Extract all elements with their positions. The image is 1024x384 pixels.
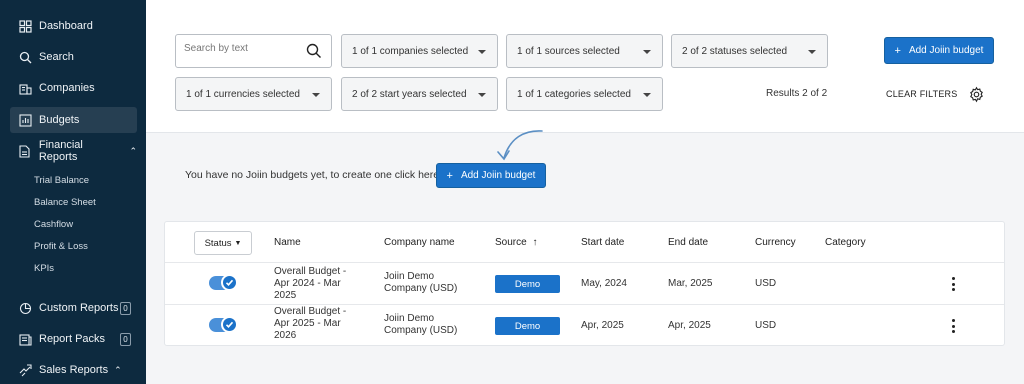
budget-name[interactable]: Overall Budget - Apr 2024 - Mar 2025 [274, 266, 346, 302]
count-badge: 0 [120, 332, 131, 346]
results-count: Results 2 of 2 [766, 88, 828, 99]
column-header-company[interactable]: Company name [384, 237, 455, 248]
sidebar-item-sales-reports[interactable]: Sales Reports ⌃ [10, 357, 137, 383]
chevron-up-icon: ⌃ [129, 145, 137, 156]
pie-chart-icon [18, 301, 32, 315]
handshake-icon [18, 363, 32, 377]
search-icon [18, 50, 32, 64]
column-header-start-date[interactable]: Start date [581, 237, 624, 248]
sidebar-item-custom-reports[interactable]: Custom Reports 0 [10, 295, 137, 321]
folder-icon [18, 332, 32, 346]
start-years-filter-dropdown[interactable]: 2 of 2 start years selected [341, 77, 498, 111]
end-date: Apr, 2025 [668, 320, 711, 331]
companies-filter-dropdown[interactable]: 1 of 1 companies selected [341, 34, 498, 68]
check-icon [221, 274, 238, 291]
chevron-up-icon: ⌃ [114, 364, 122, 375]
add-budget-button[interactable]: + Add Joiin budget [884, 37, 994, 64]
status-toggle[interactable] [209, 274, 238, 291]
sidebar-sub-item-balance-sheet[interactable]: Balance Sheet [34, 197, 96, 208]
search-box[interactable] [175, 34, 332, 68]
document-icon [18, 144, 32, 158]
caret-down-icon [478, 50, 486, 54]
start-date: Apr, 2025 [581, 320, 624, 331]
currency: USD [755, 278, 777, 289]
sources-filter-dropdown[interactable]: 1 of 1 sources selected [506, 34, 663, 68]
sidebar: Dashboard Search Companies Budgets Finan… [0, 0, 146, 384]
grid-icon [18, 19, 32, 33]
company-name: Joiin Demo Company (USD) [384, 271, 458, 294]
sidebar-sub-item-trial-balance[interactable]: Trial Balance [34, 175, 89, 186]
plus-icon: + [894, 44, 901, 57]
column-header-category[interactable]: Category [825, 237, 866, 248]
company-name: Joiin Demo Company (USD) [384, 313, 458, 336]
currencies-filter-dropdown[interactable]: 1 of 1 currencies selected [175, 77, 332, 111]
status-toggle[interactable] [209, 316, 238, 333]
sidebar-item-label: Financial Reports [38, 139, 83, 163]
categories-filter-dropdown[interactable]: 1 of 1 categories selected [506, 77, 663, 111]
dropdown-value: 2 of 2 start years selected [352, 88, 467, 100]
sidebar-item-financial-reports[interactable]: Financial Reports ⌃ [10, 138, 137, 164]
source-badge: Demo [495, 275, 560, 293]
source-badge: Demo [495, 317, 560, 335]
sidebar-item-label: Sales Reports [39, 364, 109, 376]
button-label: Add Joiin budget [908, 45, 984, 56]
column-header-currency[interactable]: Currency [755, 237, 796, 248]
column-header-source[interactable]: Source ↑ [495, 237, 537, 248]
budget-name[interactable]: Overall Budget - Apr 2025 - Mar 2026 [274, 306, 346, 342]
empty-state-message: You have no Joiin budgets yet, to create… [185, 169, 440, 181]
sidebar-item-label: Budgets [39, 114, 80, 126]
check-icon [221, 316, 238, 333]
budgets-table: Status ▼ Name Company name Source ↑ Star… [164, 221, 1005, 346]
column-header-name[interactable]: Name [274, 237, 301, 248]
sidebar-item-label: Companies [39, 82, 95, 94]
status-label: Status [204, 237, 232, 249]
search-icon[interactable] [306, 43, 322, 64]
table-row[interactable]: Overall Budget - Apr 2025 - Mar 2026 Joi… [165, 304, 1004, 346]
caret-down-icon [312, 93, 320, 97]
clear-filters-button[interactable]: CLEAR FILTERS [886, 89, 957, 99]
sidebar-sub-item-profit-loss[interactable]: Profit & Loss [34, 241, 88, 252]
sidebar-item-search[interactable]: Search [10, 44, 137, 70]
caret-down-icon [643, 50, 651, 54]
sidebar-sub-item-kpis[interactable]: KPIs [34, 263, 54, 274]
caret-down-icon: ▼ [234, 239, 242, 247]
button-label: Add Joiin budget [460, 170, 536, 181]
more-options-icon[interactable] [949, 318, 957, 334]
statuses-filter-dropdown[interactable]: 2 of 2 statuses selected [671, 34, 828, 68]
column-header-end-date[interactable]: End date [668, 237, 708, 248]
caret-down-icon [643, 93, 651, 97]
dropdown-value: 1 of 1 currencies selected [186, 88, 300, 100]
dropdown-value: 2 of 2 statuses selected [682, 45, 788, 57]
end-date: Mar, 2025 [668, 278, 713, 289]
sidebar-item-dashboard[interactable]: Dashboard [10, 13, 137, 39]
caret-down-icon [808, 50, 816, 54]
filter-panel: 1 of 1 companies selected 1 of 1 sources… [146, 0, 1024, 133]
sidebar-item-label: Dashboard [39, 20, 93, 32]
sidebar-item-report-packs[interactable]: Report Packs 0 [10, 326, 137, 352]
currency: USD [755, 320, 777, 331]
sidebar-item-companies[interactable]: Companies [10, 75, 137, 101]
plus-icon: + [446, 169, 453, 182]
bar-chart-icon [18, 113, 32, 127]
count-badge: 0 [120, 301, 131, 315]
status-filter-button[interactable]: Status ▼ [194, 231, 252, 255]
column-header-source-label: Source [495, 237, 527, 248]
curved-arrow-icon [494, 128, 546, 167]
sidebar-item-label: Search [39, 51, 74, 63]
sort-arrow-up-icon: ↑ [532, 237, 538, 248]
table-row[interactable]: Overall Budget - Apr 2024 - Mar 2025 Joi… [165, 262, 1004, 304]
more-options-icon[interactable] [949, 276, 957, 292]
sidebar-item-budgets[interactable]: Budgets [10, 107, 137, 133]
sidebar-sub-item-cashflow[interactable]: Cashflow [34, 219, 73, 230]
search-input[interactable] [184, 43, 302, 54]
sidebar-item-label: Report Packs [39, 333, 106, 345]
dropdown-value: 1 of 1 categories selected [517, 88, 631, 100]
dropdown-value: 1 of 1 companies selected [352, 45, 469, 57]
sidebar-item-label: Custom Reports [39, 302, 119, 314]
start-date: May, 2024 [581, 278, 627, 289]
dropdown-value: 1 of 1 sources selected [517, 45, 620, 57]
building-icon [18, 81, 32, 95]
gear-icon[interactable] [968, 86, 985, 108]
caret-down-icon [478, 93, 486, 97]
